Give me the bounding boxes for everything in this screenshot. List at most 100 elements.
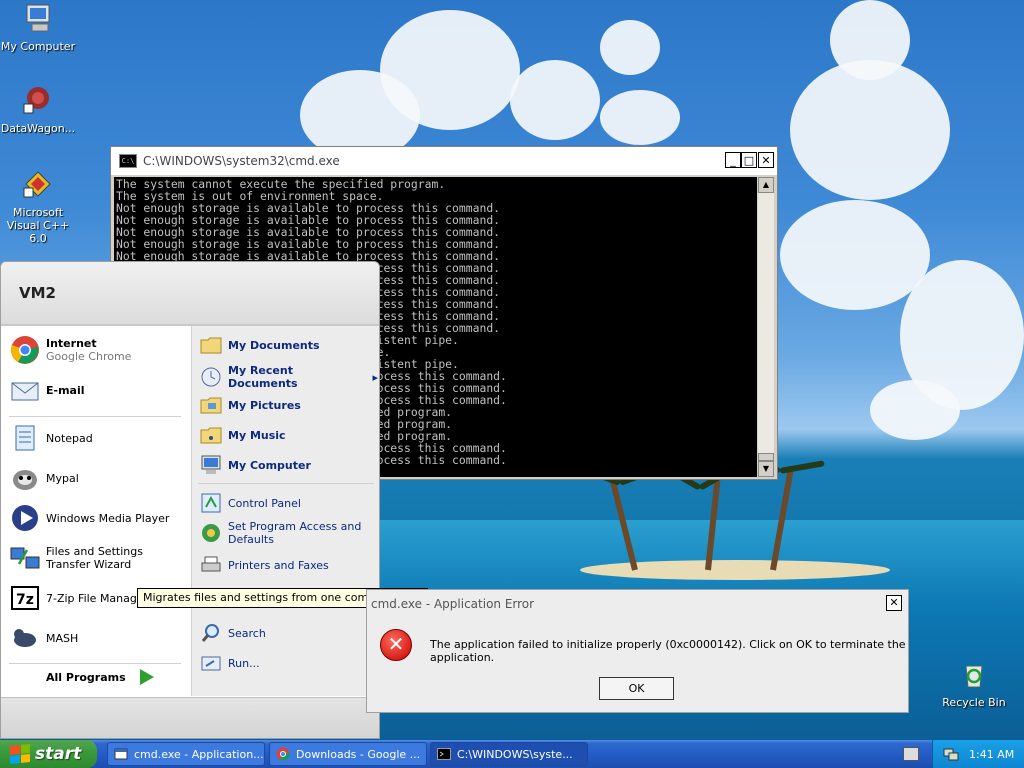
all-programs-button[interactable]: All Programs (46, 667, 166, 687)
place-label: My Pictures (228, 398, 301, 412)
pinned-item-email[interactable]: E-mail (9, 374, 189, 406)
start-label: start (35, 744, 82, 764)
email-icon (11, 382, 39, 401)
place-my-music[interactable]: My Music (200, 424, 378, 446)
taskbar-button-cmd[interactable]: C:\WINDOWS\syste... (430, 742, 588, 766)
taskbar: start cmd.exe - Application... Downloads… (0, 740, 1024, 768)
separator (198, 483, 374, 484)
taskbar-button-error-dialog[interactable]: cmd.exe - Application... (107, 742, 265, 766)
clock[interactable]: 1:41 AM (969, 748, 1014, 761)
place-label: My Documents (228, 338, 320, 352)
keyboard-icon[interactable] (903, 747, 919, 761)
recent-label: Notepad (46, 431, 93, 445)
dialog-title: cmd.exe - Application Error (371, 597, 535, 611)
cmd-icon: C:\ (119, 154, 137, 168)
chrome-icon (11, 336, 39, 364)
mash-icon (14, 629, 36, 647)
run-icon (201, 656, 221, 671)
start-menu-places: My Documents My Recent Documents ▸ My Pi… (191, 326, 379, 696)
network-icon[interactable] (943, 746, 959, 762)
dialog-icon (114, 748, 128, 760)
cmd-icon (437, 748, 451, 760)
search-icon (201, 624, 219, 642)
desktop-icon-my-computer[interactable]: My Computer (0, 2, 78, 53)
minimize-button[interactable]: _ (725, 152, 741, 168)
vertical-scrollbar[interactable]: ▲ ▼ (758, 177, 774, 477)
maximize-button[interactable]: □ (741, 152, 757, 168)
place-run[interactable]: Run... (200, 652, 378, 674)
separator (9, 416, 181, 417)
place-program-defaults[interactable]: Set Program Access and Defaults (200, 520, 378, 546)
pinned-item-internet[interactable]: Internet Google Chrome (9, 334, 189, 366)
start-button[interactable]: start (0, 740, 97, 768)
user-name: VM2 (19, 284, 56, 302)
close-button[interactable]: ✕ (758, 152, 774, 168)
media-player-icon (12, 505, 38, 531)
start-menu-footer (1, 697, 379, 738)
windows-flag-icon (10, 743, 30, 765)
recent-label: Windows Media Player (46, 511, 170, 525)
ok-button[interactable]: OK (599, 677, 674, 700)
place-my-computer[interactable]: My Computer (200, 454, 378, 476)
recent-item-notepad[interactable]: Notepad (9, 422, 189, 454)
taskbar-button-chrome[interactable]: Downloads - Google ... (269, 742, 427, 766)
folder-music-icon (200, 427, 222, 444)
visual-cpp-icon (23, 171, 51, 198)
place-label: My Music (228, 428, 286, 442)
error-icon: ✕ (380, 629, 412, 661)
start-menu-header (1, 262, 379, 326)
place-control-panel[interactable]: Control Panel (200, 492, 378, 514)
desktop-icon-label: Recycle Bin (942, 696, 1006, 709)
control-panel-icon (201, 493, 221, 513)
recent-item-mypal[interactable]: Mypal (9, 462, 189, 494)
recent-label: 7-Zip File Manager (46, 591, 149, 605)
dialog-close-button[interactable]: ✕ (886, 595, 902, 611)
place-my-documents[interactable]: My Documents (200, 334, 378, 356)
cmd-title-bar[interactable]: C:\ C:\WINDOWS\system32\cmd.exe (111, 147, 777, 175)
start-menu: VM2 Internet Google Chrome E-mail Notepa… (0, 261, 380, 739)
desktop-icon-datawagon[interactable]: DataWagon... (0, 84, 78, 135)
recycle-bin-icon (965, 665, 983, 688)
desktop-icon-recycle-bin[interactable]: Recycle Bin (934, 658, 1014, 709)
scroll-thumb[interactable] (758, 453, 774, 461)
chrome-icon (276, 747, 290, 761)
taskbar-button-label: cmd.exe - Application... (134, 747, 264, 761)
notepad-icon (15, 425, 35, 451)
all-programs-label: All Programs (46, 670, 126, 684)
taskbar-button-label: Downloads - Google ... (296, 747, 421, 761)
place-label: My Computer (228, 458, 311, 472)
folder-documents-icon (200, 337, 222, 354)
place-label: Run... (228, 656, 260, 670)
pinned-label: E-mail (46, 383, 85, 397)
recent-label: Mypal (46, 471, 79, 485)
recent-item-media-player[interactable]: Windows Media Player (9, 502, 189, 534)
svg-text:7z: 7z (16, 592, 34, 608)
place-label: My Recent Documents (228, 364, 298, 390)
recent-item-transfer-wizard[interactable]: Files and Settings Transfer Wizard (9, 542, 189, 574)
scroll-up-icon[interactable]: ▲ (758, 177, 774, 193)
place-search[interactable]: Search (200, 622, 378, 644)
dialog-message: The application failed to initialize pro… (430, 638, 906, 664)
recent-label: Files and Settings Transfer Wizard (46, 545, 143, 571)
place-my-recent-documents[interactable]: My Recent Documents ▸ (200, 364, 378, 390)
printer-icon (201, 556, 221, 572)
pinned-label: Internet (46, 337, 97, 350)
folder-pictures-icon (200, 397, 222, 414)
recent-item-mash[interactable]: MASH (9, 622, 189, 654)
scroll-down-icon[interactable]: ▼ (758, 461, 774, 477)
system-tray: 1:41 AM (932, 740, 1024, 768)
separator (9, 663, 181, 664)
desktop-icon-label: My Computer (0, 40, 76, 53)
error-dialog[interactable]: cmd.exe - Application Error ✕ ✕ The appl… (366, 589, 909, 713)
7zip-icon: 7z (11, 586, 39, 610)
program-defaults-icon (202, 524, 220, 542)
place-my-pictures[interactable]: My Pictures (200, 394, 378, 416)
cmd-title: C:\WINDOWS\system32\cmd.exe (143, 154, 340, 168)
recent-label: MASH (46, 631, 79, 645)
desktop-icon-visual-cpp[interactable]: Microsoft Visual C++ 6.0 (0, 168, 78, 245)
mypal-icon (13, 470, 37, 490)
place-printers-faxes[interactable]: Printers and Faxes (200, 554, 378, 576)
recent-documents-icon (201, 367, 221, 387)
submenu-arrow-icon: ▸ (372, 370, 378, 384)
desktop-icon-label: DataWagon... (0, 122, 76, 135)
